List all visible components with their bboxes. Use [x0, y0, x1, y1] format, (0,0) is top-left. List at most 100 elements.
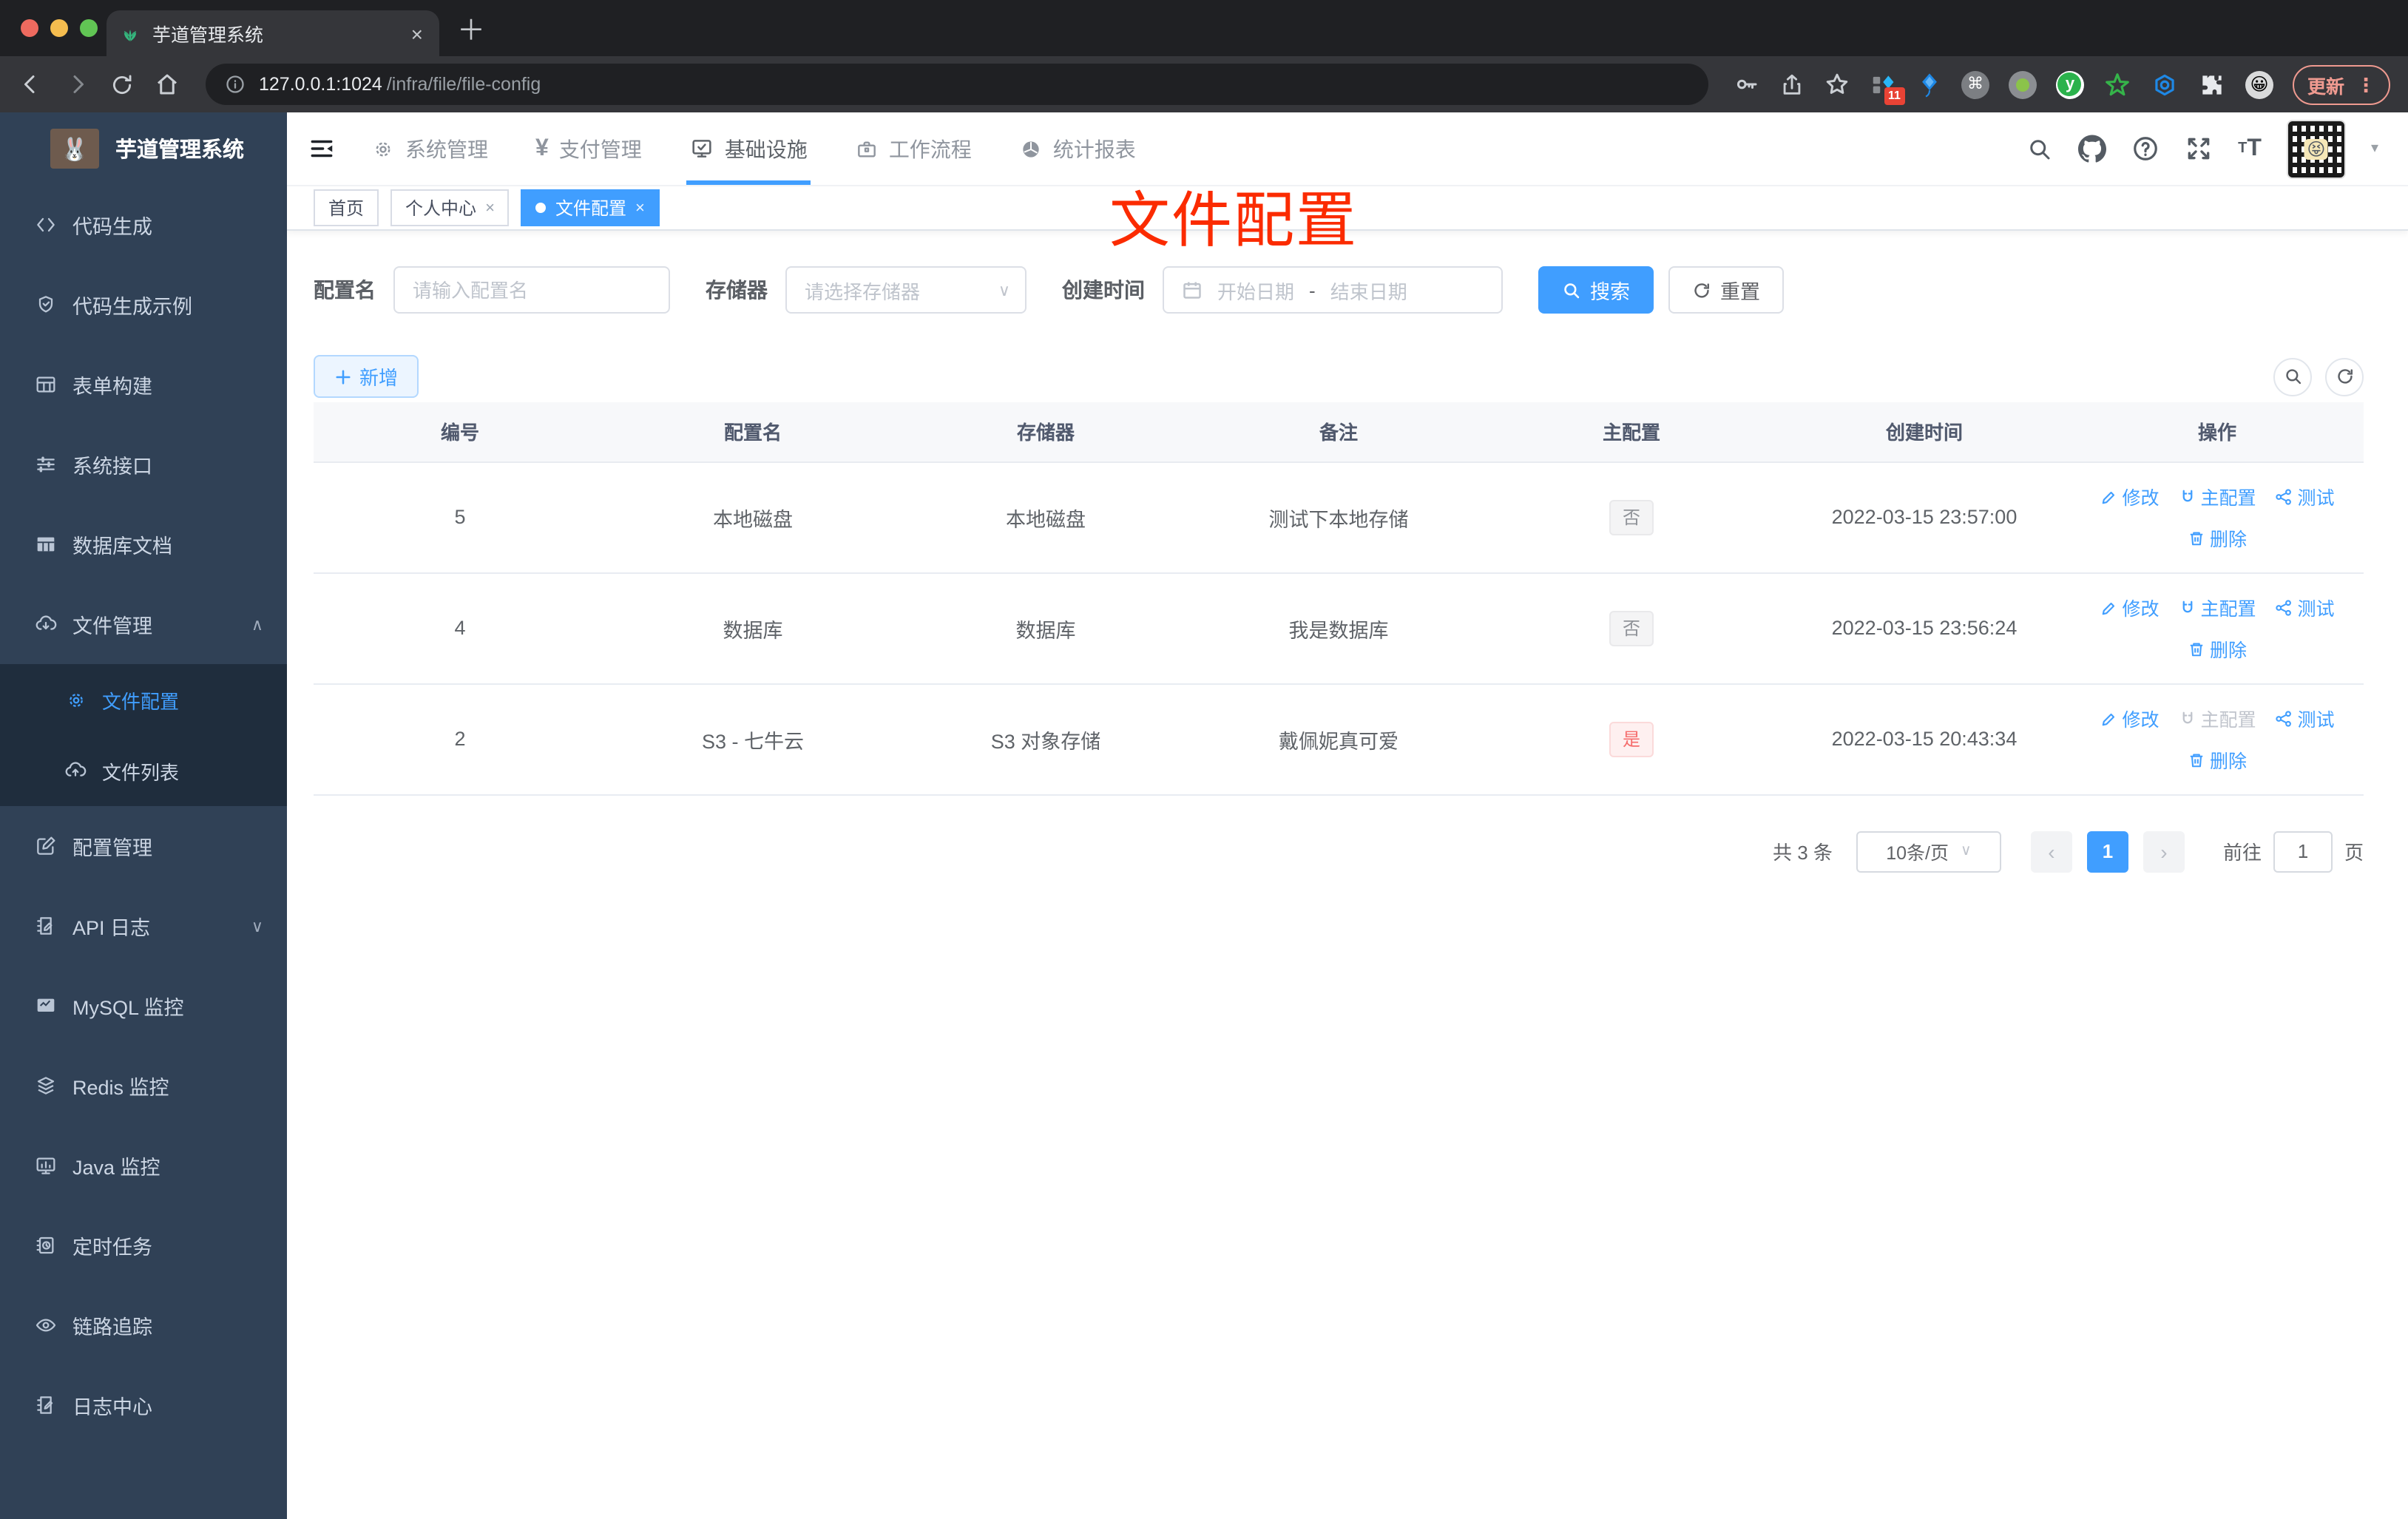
page-size-select[interactable]: 10条/页 ∨	[1856, 830, 2001, 872]
sidebar-item-system-api[interactable]: 系统接口	[0, 424, 287, 504]
sidebar-item-java-monitor[interactable]: Java 监控	[0, 1126, 287, 1205]
topnav-item-infrastructure[interactable]: 基础设施	[686, 112, 811, 185]
browser-menu-kebab-icon[interactable]: ⋮	[2356, 75, 2375, 94]
topnav-item-payment[interactable]: ¥ 支付管理	[535, 112, 642, 185]
prev-page-button[interactable]: ‹	[2030, 830, 2072, 872]
edit-link[interactable]: 修改	[2100, 593, 2159, 621]
tag-tab-file-config[interactable]: 文件配置 ×	[521, 189, 660, 226]
test-link[interactable]: 测试	[2276, 593, 2335, 621]
sidebar-item-mysql-monitor[interactable]: MySQL 监控	[0, 966, 287, 1046]
browser-update-button[interactable]: 更新 ⋮	[2292, 64, 2390, 104]
share-icon[interactable]	[1779, 72, 1805, 97]
monitor-bars-icon	[33, 1154, 59, 1177]
bookmark-star-icon[interactable]	[1824, 71, 1850, 98]
avatar[interactable]: 😝	[2286, 119, 2346, 178]
browser-tab[interactable]: 芋道管理系统 ×	[106, 10, 439, 56]
url-bar[interactable]: 127.0.0.1:1024/infra/file/file-config	[206, 64, 1708, 105]
sidebar-item-code-gen-demo[interactable]: 代码生成示例	[0, 265, 287, 345]
font-size-icon[interactable]: TT	[2238, 135, 2262, 162]
sidebar-item-file-manage[interactable]: 文件管理 ∧	[0, 584, 287, 664]
test-link[interactable]: 测试	[2276, 482, 2335, 510]
topnav-item-workflow[interactable]: 工作流程	[855, 112, 972, 185]
next-page-button[interactable]: ›	[2142, 830, 2185, 872]
sidebar-item-code-gen[interactable]: 代码生成	[0, 185, 287, 265]
trash-icon	[2188, 529, 2205, 547]
extension-kite-icon[interactable]	[1917, 70, 1942, 98]
cell-id: 5	[314, 461, 606, 573]
tab-close-icon[interactable]: ×	[408, 21, 426, 45]
home-icon[interactable]	[154, 71, 180, 98]
calendar-icon	[1182, 280, 1203, 300]
table-row: 2 S3 - 七牛云 S3 对象存储 戴佩妮真可爱 是 2022-03-15 2…	[314, 683, 2364, 795]
tag-tab-profile[interactable]: 个人中心 ×	[390, 189, 510, 226]
extension-star-icon[interactable]	[2103, 70, 2131, 98]
edit-link[interactable]: 修改	[2100, 704, 2159, 732]
pencil-icon	[2100, 709, 2117, 727]
fullscreen-icon[interactable]	[2185, 135, 2213, 163]
test-link[interactable]: 测试	[2276, 704, 2335, 732]
extension-emoji-icon[interactable]: 😀	[2245, 70, 2273, 98]
extensions-puzzle-icon[interactable]	[2198, 70, 2226, 98]
search-button[interactable]: 搜索	[1538, 266, 1654, 314]
date-range-picker[interactable]: 开始日期 - 结束日期	[1163, 266, 1503, 314]
tag-tab-home[interactable]: 首页	[314, 189, 379, 226]
avatar-caret-down-icon[interactable]: ▾	[2371, 141, 2378, 157]
sidebar-item-db-doc[interactable]: 数据库文档	[0, 504, 287, 584]
sidebar-item-file-config[interactable]: 文件配置	[0, 664, 287, 735]
zoom-window-button[interactable]	[80, 19, 98, 37]
edit-link[interactable]: 修改	[2100, 482, 2159, 510]
extension-grid-badge-icon[interactable]: 11	[1870, 70, 1905, 104]
close-icon[interactable]: ×	[635, 199, 645, 217]
show-search-button[interactable]	[2273, 357, 2312, 396]
add-button[interactable]: 新增	[314, 355, 419, 398]
cell-name: 本地磁盘	[606, 461, 899, 573]
yen-icon: ¥	[535, 135, 549, 160]
delete-link[interactable]: 删除	[2188, 635, 2247, 663]
help-icon[interactable]	[2131, 135, 2160, 163]
delete-link[interactable]: 删除	[2188, 524, 2247, 552]
sidebar-item-tracing[interactable]: 链路追踪	[0, 1285, 287, 1365]
back-icon[interactable]	[18, 71, 44, 98]
sidebar-item-redis-monitor[interactable]: Redis 监控	[0, 1046, 287, 1126]
extension-y-icon[interactable]: y	[2055, 70, 2084, 98]
name-input[interactable]	[393, 266, 670, 314]
topnav-item-system[interactable]: 系统管理	[371, 112, 488, 185]
minimize-window-button[interactable]	[50, 19, 68, 37]
close-window-button[interactable]	[21, 19, 38, 37]
sidebar-item-file-list[interactable]: 文件列表	[0, 735, 287, 806]
site-info-icon[interactable]	[225, 74, 246, 95]
magnet-icon	[2178, 487, 2196, 505]
current-page-button[interactable]: 1	[2086, 830, 2128, 872]
sidebar-item-api-log[interactable]: API 日志 ∨	[0, 886, 287, 966]
delete-link[interactable]: 删除	[2188, 745, 2247, 774]
password-key-icon[interactable]	[1734, 71, 1760, 98]
extension-green-dot-icon[interactable]	[2008, 70, 2037, 98]
sidebar-item-scheduled-jobs[interactable]: 定时任务	[0, 1205, 287, 1285]
new-tab-button[interactable]: ＋	[457, 9, 485, 49]
sidebar-item-form-builder[interactable]: 表单构建	[0, 345, 287, 424]
goto-page-input[interactable]	[2273, 830, 2333, 872]
browser-toolbar: 127.0.0.1:1024/infra/file/file-config 11…	[0, 56, 2408, 112]
reset-button[interactable]: 重置	[1668, 266, 1784, 314]
sidebar-item-config-manage[interactable]: 配置管理	[0, 806, 287, 886]
github-icon[interactable]	[2078, 135, 2107, 163]
magnet-icon	[2178, 709, 2196, 727]
storage-label: 存储器	[706, 278, 768, 302]
sidebar-collapse-icon[interactable]	[308, 135, 336, 163]
reload-icon[interactable]	[109, 72, 135, 97]
cell-id: 4	[314, 572, 606, 684]
master-link[interactable]: 主配置	[2178, 593, 2256, 621]
search-icon[interactable]	[2026, 135, 2053, 162]
extension-command-icon[interactable]: ⌘	[1961, 70, 1989, 98]
extension-eye-icon[interactable]	[2151, 70, 2179, 98]
forward-icon[interactable]	[64, 71, 90, 98]
refresh-table-button[interactable]	[2325, 357, 2364, 396]
storage-select[interactable]: 请选择存储器 ∨	[785, 266, 1027, 314]
master-link[interactable]: 主配置	[2178, 482, 2256, 510]
sidebar-item-log-center[interactable]: 日志中心	[0, 1365, 287, 1445]
cell-created: 2022-03-15 20:43:34	[1778, 683, 2071, 795]
sidebar-logo-row[interactable]: 🐰 芋道管理系统	[0, 112, 287, 175]
edit-square-icon	[33, 834, 59, 858]
close-icon[interactable]: ×	[485, 199, 495, 217]
topnav-item-report[interactable]: 统计报表	[1019, 112, 1136, 185]
